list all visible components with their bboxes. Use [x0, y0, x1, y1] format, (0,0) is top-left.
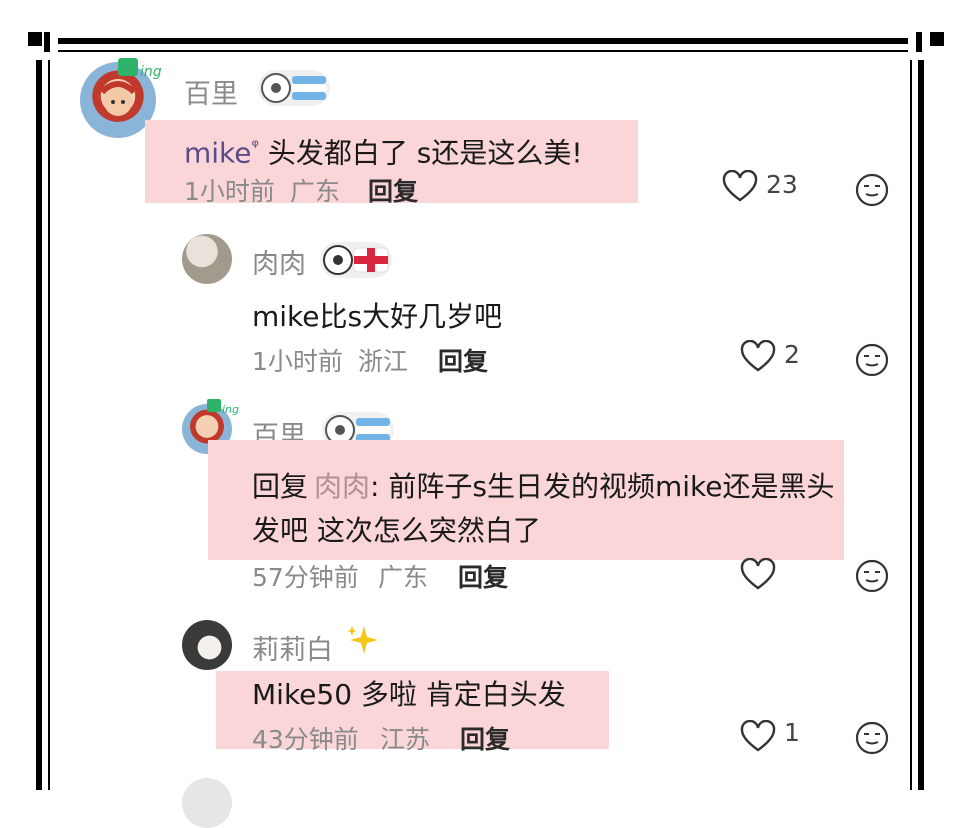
reply-button[interactable]: 回复 [460, 720, 510, 756]
comment-region: 江苏 [380, 725, 431, 754]
avatar-next[interactable] [182, 778, 232, 828]
avatar[interactable] [182, 620, 232, 670]
comment-time: 43分钟前 [252, 725, 359, 754]
emoji-react-icon[interactable] [854, 720, 890, 756]
like-count: 1 [784, 718, 800, 747]
comment-4: 莉莉白 Mike50 多啦 肯定白头发 43分钟前 江苏 回复 1 [0, 0, 960, 770]
username[interactable]: 莉莉白 [252, 628, 333, 667]
heart-icon[interactable] [740, 719, 776, 754]
comment-text: Mike50 多啦 肯定白头发 [252, 678, 566, 711]
sparkles-icon [344, 622, 380, 658]
